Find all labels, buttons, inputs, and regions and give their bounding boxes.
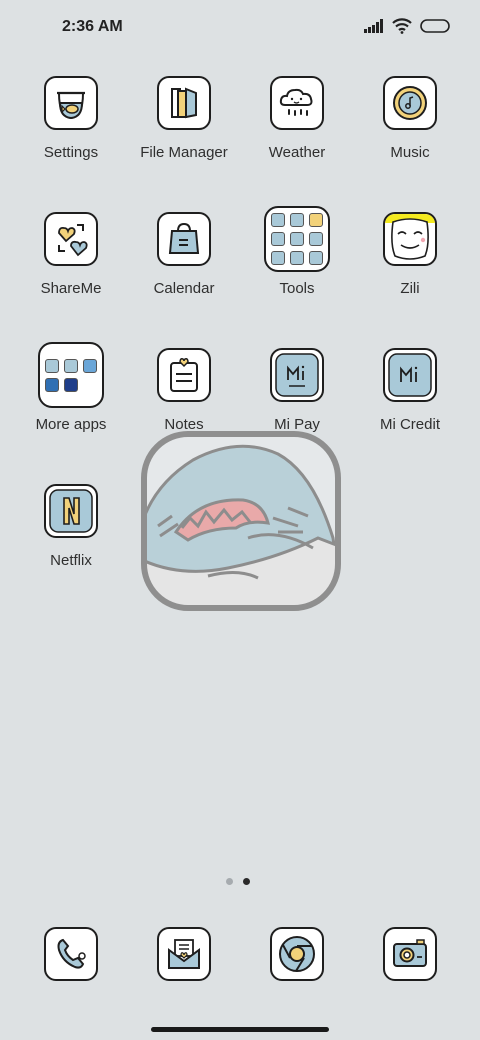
app-label: Mi Credit <box>379 416 440 433</box>
smiley-face-icon <box>383 212 437 266</box>
home-gesture-bar[interactable] <box>151 1027 329 1032</box>
page-dot-1[interactable] <box>226 878 233 885</box>
app-file-manager[interactable]: File Manager <box>129 76 239 161</box>
share-hearts-icon <box>44 212 98 266</box>
app-label: Zili <box>400 280 420 297</box>
wifi-icon <box>392 18 412 34</box>
shopping-bag-calendar-icon <box>157 212 211 266</box>
app-zili[interactable]: Zili <box>355 212 465 297</box>
app-label: Settings <box>43 144 99 161</box>
phone-icon <box>44 927 98 981</box>
app-label: Netflix <box>50 552 92 569</box>
app-settings[interactable]: Settings <box>16 76 126 161</box>
more-apps-folder-icon <box>38 342 104 408</box>
dock-messages[interactable] <box>155 927 213 981</box>
record-disc-icon <box>383 76 437 130</box>
cloud-rain-icon <box>270 76 324 130</box>
mi-pay-icon <box>270 348 324 402</box>
note-pad-icon <box>157 348 211 402</box>
status-bar: 2:36 AM <box>0 0 480 56</box>
mi-credit-icon <box>383 348 437 402</box>
envelope-heart-icon <box>157 927 211 981</box>
app-label: Calendar <box>153 280 215 297</box>
battery-icon <box>420 19 450 33</box>
app-label: Weather <box>268 144 326 161</box>
app-more-apps-folder[interactable]: More apps <box>16 342 126 433</box>
dock-browser[interactable] <box>268 927 326 981</box>
camera-icon <box>383 927 437 981</box>
folder-icon <box>157 76 211 130</box>
dock-phone[interactable] <box>42 927 100 981</box>
signal-icon <box>364 19 383 33</box>
shark-sticker-widget[interactable] <box>138 428 344 614</box>
status-time: 2:36 AM <box>62 18 123 35</box>
app-label: Music <box>390 144 430 161</box>
status-icons <box>364 18 450 34</box>
settings-icon <box>44 76 98 130</box>
app-mi-credit[interactable]: Mi Credit <box>355 348 465 433</box>
app-label: Tools <box>279 280 315 297</box>
app-shareme[interactable]: ShareMe <box>16 212 126 297</box>
app-tools-folder[interactable]: Tools <box>242 206 352 297</box>
app-music[interactable]: Music <box>355 76 465 161</box>
app-mi-pay[interactable]: Mi Pay <box>242 348 352 433</box>
app-label: File Manager <box>140 144 228 161</box>
netflix-icon <box>44 484 98 538</box>
page-dot-2-active[interactable] <box>243 878 250 885</box>
app-notes[interactable]: Notes <box>129 348 239 433</box>
dock-camera[interactable] <box>381 927 439 981</box>
app-calendar[interactable]: Calendar <box>129 212 239 297</box>
page-indicator[interactable] <box>226 878 250 885</box>
app-weather[interactable]: Weather <box>242 76 352 161</box>
app-label: ShareMe <box>40 280 102 297</box>
tools-folder-icon <box>264 206 330 272</box>
app-label: More apps <box>35 416 107 433</box>
app-netflix[interactable]: Netflix <box>16 484 126 569</box>
chrome-browser-icon <box>270 927 324 981</box>
